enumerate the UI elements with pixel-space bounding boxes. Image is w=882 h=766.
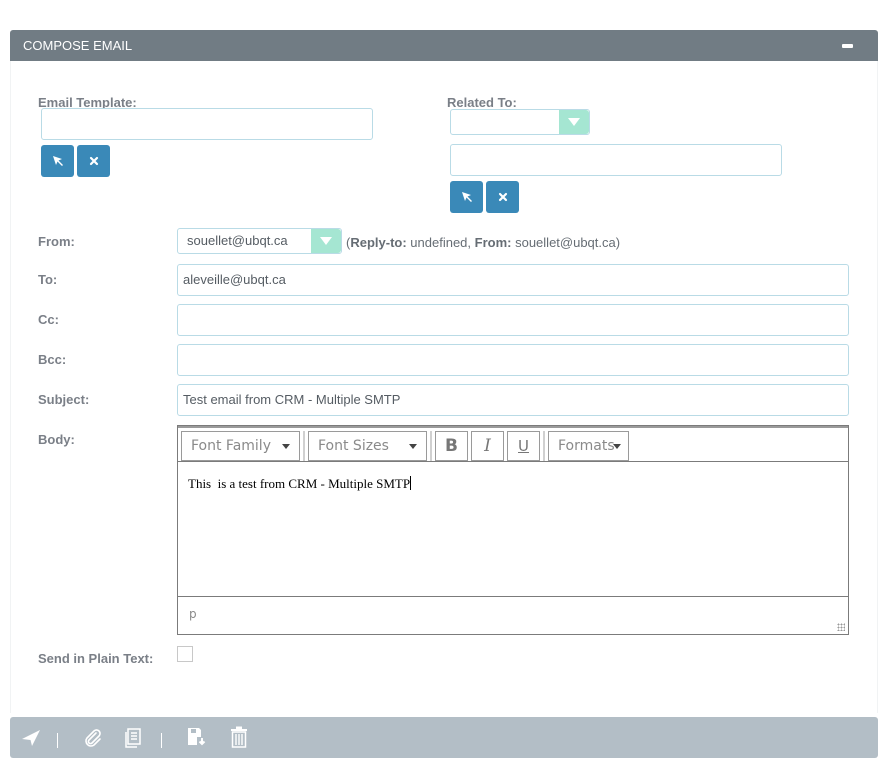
caret-down-icon: [282, 444, 290, 449]
caret-down-icon: [409, 444, 417, 449]
close-icon: [89, 156, 98, 166]
element-path[interactable]: p: [189, 607, 197, 621]
save-draft-icon[interactable]: [187, 727, 207, 747]
subject-label: Subject:: [38, 392, 90, 407]
reply-to-value: undefined,: [406, 235, 475, 250]
formats-dropdown[interactable]: Formats: [548, 431, 629, 461]
cursor-arrow-icon: [52, 156, 63, 166]
caret-down-icon: [613, 444, 621, 449]
from-select[interactable]: souellet@ubqt.ca: [177, 228, 342, 254]
editor-statusbar: p: [178, 596, 848, 634]
subject-input[interactable]: Test email from CRM - Multiple SMTP: [177, 384, 849, 416]
close-icon: [498, 192, 507, 202]
reply-to-label: Reply-to:: [350, 235, 407, 250]
chevron-down-icon: [559, 110, 589, 134]
resize-handle-icon[interactable]: [837, 623, 845, 631]
to-input[interactable]: aleveille@ubqt.ca: [177, 264, 849, 296]
bcc-input[interactable]: [177, 344, 849, 376]
from-value: souellet@ubqt.ca: [187, 233, 288, 248]
italic-button[interactable]: I: [471, 431, 504, 461]
from-info: (Reply-to: undefined, From: souellet@ubq…: [346, 235, 621, 250]
bcc-label: Bcc:: [38, 352, 67, 367]
font-family-dropdown[interactable]: Font Family: [181, 431, 300, 461]
panel-header: COMPOSE EMAIL: [10, 30, 878, 61]
action-bar: [10, 717, 878, 758]
text-cursor: [410, 476, 412, 490]
clear-template-button[interactable]: [77, 145, 110, 177]
related-to-type-select[interactable]: [450, 109, 590, 135]
document-icon[interactable]: [124, 728, 142, 748]
email-template-input[interactable]: [41, 108, 373, 140]
from-info-value: souellet@ubqt.ca): [511, 235, 621, 250]
select-related-button[interactable]: [450, 181, 483, 213]
plain-text-label: Send in Plain Text:: [38, 651, 154, 666]
send-icon[interactable]: [21, 729, 41, 747]
cc-label: Cc:: [38, 312, 59, 327]
related-to-input[interactable]: [450, 144, 782, 176]
plain-text-checkbox[interactable]: [177, 646, 193, 662]
body-content[interactable]: This is a test from CRM - Multiple SMTP: [178, 462, 848, 598]
body-label: Body:: [38, 432, 75, 447]
underline-button[interactable]: U: [507, 431, 540, 461]
panel-title: COMPOSE EMAIL: [23, 38, 133, 53]
body-text: This is a test from CRM - Multiple SMTP: [188, 476, 411, 491]
underline-icon: U: [518, 437, 529, 455]
body-editor: Font Family Font Sizes B I U Formats Thi…: [177, 425, 849, 635]
action-divider: [57, 733, 58, 748]
cc-input[interactable]: [177, 304, 849, 336]
to-label: To:: [38, 272, 58, 287]
related-to-label: Related To:: [447, 95, 517, 110]
font-sizes-dropdown[interactable]: Font Sizes: [308, 431, 427, 461]
bold-button[interactable]: B: [435, 431, 468, 461]
bold-icon: B: [445, 436, 458, 456]
minus-icon[interactable]: [842, 44, 853, 48]
italic-icon: I: [484, 436, 491, 456]
from-label: From:: [38, 234, 75, 249]
from-info-label: From:: [474, 235, 512, 250]
toolbar-divider: [543, 431, 545, 461]
editor-toolbar: Font Family Font Sizes B I U Formats: [178, 426, 848, 462]
trash-icon[interactable]: [230, 726, 248, 748]
clear-related-button[interactable]: [486, 181, 519, 213]
chevron-down-icon: [311, 229, 341, 253]
toolbar-divider: [303, 431, 305, 461]
action-divider: [161, 733, 162, 748]
toolbar-divider: [430, 431, 432, 461]
cursor-arrow-icon: [461, 192, 472, 202]
select-template-button[interactable]: [41, 145, 74, 177]
attachment-icon[interactable]: [83, 728, 103, 748]
